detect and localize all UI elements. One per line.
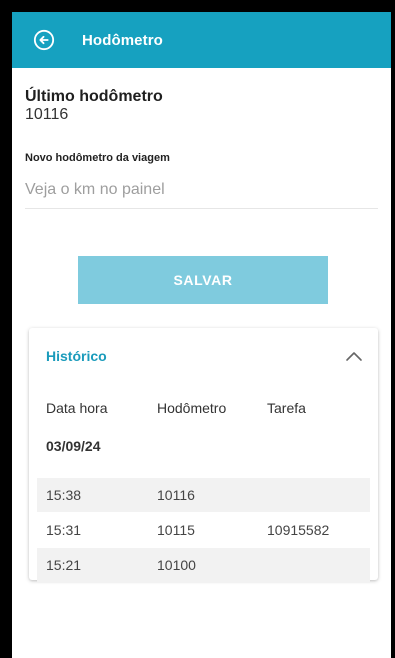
last-odometer-value: 10116	[25, 106, 69, 123]
column-header-task: Tarefa	[267, 400, 306, 416]
row-odometer: 10100	[157, 557, 196, 573]
column-header-odometer: Hodômetro	[157, 400, 227, 416]
app-bar: Hodômetro	[12, 12, 391, 68]
table-row: 15:21 10100	[37, 548, 370, 582]
last-odometer-section: Último hodômetro 10116	[12, 68, 391, 124]
table-row: 15:38 10116	[37, 478, 370, 512]
save-button[interactable]: SALVAR	[78, 256, 328, 304]
arrow-left-circle-icon	[33, 29, 55, 51]
row-odometer: 10115	[157, 522, 195, 538]
history-card: Histórico Data hora Hodômetro Tarefa 03/…	[29, 328, 378, 582]
new-odometer-label: Novo hodômetro da viagem	[25, 152, 170, 164]
new-odometer-input[interactable]	[25, 181, 378, 199]
new-odometer-field: Novo hodômetro da viagem	[25, 152, 378, 209]
back-button[interactable]	[32, 28, 56, 52]
collapse-button[interactable]	[340, 342, 368, 370]
app-screen: Hodômetro Último hodômetro 10116 Novo ho…	[12, 12, 391, 658]
page-title: Hodômetro	[82, 31, 163, 49]
row-time: 15:38	[46, 487, 82, 503]
chevron-up-icon	[346, 352, 362, 361]
row-task: 10915582	[267, 522, 330, 538]
column-header-datetime: Data hora	[46, 400, 108, 416]
row-odometer: 10116	[157, 487, 195, 503]
table-row: 15:31 10115 10915582	[37, 513, 370, 547]
row-time: 15:21	[46, 557, 82, 573]
row-time: 15:31	[46, 522, 82, 538]
history-title: Histórico	[46, 348, 107, 364]
history-date: 03/09/24	[46, 438, 101, 454]
history-header[interactable]: Histórico	[29, 328, 378, 384]
history-table-header: Data hora Hodômetro Tarefa	[29, 400, 378, 420]
last-odometer-label: Último hodômetro	[25, 88, 163, 105]
